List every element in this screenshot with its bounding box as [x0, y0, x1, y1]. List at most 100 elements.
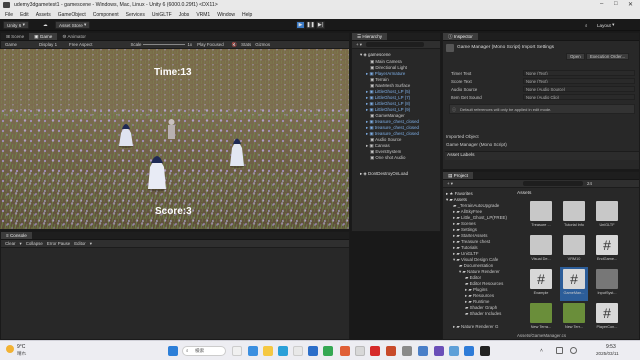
asset-item[interactable]: Tutorial Info: [560, 199, 588, 233]
clear-dropdown-icon[interactable]: ▾: [20, 241, 22, 247]
close-icon[interactable]: ✕: [628, 1, 633, 8]
tab-animator[interactable]: ⚙ Animator: [57, 33, 91, 40]
menu-help[interactable]: Help: [242, 12, 252, 18]
display-select[interactable]: Display 1: [39, 42, 57, 47]
weather-temp[interactable]: 9°C: [17, 344, 25, 350]
asset-item[interactable]: # Example: [527, 267, 555, 301]
menu-window[interactable]: Window: [217, 12, 235, 18]
project-search-input[interactable]: [523, 181, 583, 186]
clear-button[interactable]: Clear: [5, 241, 16, 246]
maximize-icon[interactable]: □: [614, 1, 618, 7]
item-get-sound-field[interactable]: None (Audio Clip): [523, 94, 635, 100]
office-icon[interactable]: [386, 346, 396, 356]
asset-label: PlayerCon...: [596, 325, 618, 329]
editor-dropdown-icon[interactable]: ▾: [90, 241, 92, 247]
gizmos-toggle[interactable]: Gizmos: [255, 42, 270, 47]
asset-item[interactable]: Visual De...: [527, 233, 555, 267]
asset-item[interactable]: InputSyst...: [593, 267, 621, 301]
breadcrumb[interactable]: Assets: [517, 191, 531, 196]
step-button[interactable]: ▶|: [316, 21, 325, 29]
asset-item[interactable]: New Terr...: [560, 301, 588, 335]
menu-unigltf[interactable]: UniGLTF: [152, 12, 172, 18]
asset-item[interactable]: New Terra...: [527, 301, 555, 335]
play-focused-select[interactable]: Play Focused: [197, 42, 224, 47]
terminal-icon[interactable]: [355, 346, 365, 356]
clock-time[interactable]: 9:53: [606, 344, 616, 350]
list-item[interactable]: ▣ One shot Audio: [370, 155, 405, 161]
asset-item[interactable]: UniGLTF: [593, 199, 621, 233]
store-icon[interactable]: [278, 346, 288, 356]
search-icon[interactable]: ⌕: [582, 21, 591, 29]
asset-labels-bar[interactable]: Asset Labels: [445, 151, 639, 160]
stats-toggle[interactable]: Stats: [241, 42, 251, 47]
photos-icon[interactable]: [418, 346, 428, 356]
menu-vrm1[interactable]: VRM1: [196, 12, 210, 18]
create-button[interactable]: + ▾: [447, 181, 453, 187]
tray-chevron-icon[interactable]: ˄: [540, 348, 543, 354]
timer-text-field[interactable]: None (Text): [523, 70, 635, 76]
menu-gameobject[interactable]: GameObject: [58, 12, 86, 18]
error-pause-button[interactable]: Error Pause: [47, 241, 70, 246]
asset-item-selected[interactable]: # GameMan...: [560, 267, 588, 301]
add-object-button[interactable]: + ▾: [356, 42, 362, 48]
play-button[interactable]: ▶: [296, 21, 305, 29]
asset-item[interactable]: Treasure ...: [527, 199, 555, 233]
menu-services[interactable]: Services: [126, 12, 145, 18]
layout-menu[interactable]: Layout ▾: [594, 21, 617, 29]
audio-source-field[interactable]: None (Audio Source): [523, 86, 635, 92]
execution-order-button[interactable]: Execution Order...: [586, 53, 630, 60]
clock-date[interactable]: 2025/03/11: [596, 351, 619, 356]
pdf-icon[interactable]: [370, 346, 380, 356]
open-button[interactable]: Open: [566, 53, 585, 60]
editor-select[interactable]: Editor: [74, 241, 85, 246]
aspect-select[interactable]: Free Aspect: [69, 42, 92, 47]
pause-button[interactable]: ❚❚: [306, 21, 315, 29]
scale-slider[interactable]: [143, 44, 186, 45]
mail-icon[interactable]: [248, 346, 258, 356]
volume-icon[interactable]: [570, 347, 577, 354]
menu-file[interactable]: File: [5, 12, 13, 18]
start-icon[interactable]: [168, 346, 178, 356]
collapse-button[interactable]: Collapse: [26, 241, 43, 246]
account-button[interactable]: Unity 6 ▾: [3, 21, 29, 29]
cloud-icon[interactable]: ☁: [40, 21, 51, 29]
menu-component[interactable]: Component: [93, 12, 119, 18]
tab-console[interactable]: ≡ Console: [1, 232, 32, 239]
notes-icon[interactable]: [402, 346, 412, 356]
hierarchy-search-input[interactable]: [366, 42, 424, 47]
taskbar-search[interactable]: ⌕ 検索: [182, 346, 226, 356]
wifi-icon[interactable]: [556, 347, 563, 354]
asset-item[interactable]: VRM10: [560, 233, 588, 267]
tree-item[interactable]: ▰ Shader Includes: [465, 311, 501, 317]
menu-edit[interactable]: Edit: [20, 12, 29, 18]
asset-item[interactable]: # PlayerCon...: [593, 301, 621, 335]
udemy-icon[interactable]: [340, 346, 350, 356]
teams-icon[interactable]: [293, 346, 303, 356]
dontdestroyonload-root[interactable]: ▸ ◈ DontDestroyOnLoad: [360, 171, 408, 177]
file-explorer-icon[interactable]: [263, 346, 273, 356]
tab-hierarchy[interactable]: ☰ Hierarchy: [352, 33, 388, 40]
menu-assets[interactable]: Assets: [36, 12, 51, 18]
asset-item[interactable]: # EndGame...: [593, 233, 621, 267]
tree-item[interactable]: ▸ ▰ Nature Renderer G: [453, 324, 498, 330]
edge-browser-icon[interactable]: [232, 346, 242, 356]
tab-game[interactable]: ▣ Game: [29, 33, 58, 40]
vscode-icon[interactable]: [464, 346, 474, 356]
score-text-field[interactable]: None (Text): [523, 78, 635, 84]
settings-icon[interactable]: [449, 346, 459, 356]
chrome-icon[interactable]: [323, 346, 333, 356]
scene-root[interactable]: ▾ ◈ gamescene: [360, 52, 391, 58]
unity-hub-icon[interactable]: [480, 346, 490, 356]
tab-scene[interactable]: ⊞ Scene: [1, 33, 29, 40]
media-icon[interactable]: [434, 346, 444, 356]
game-viewport[interactable]: Time:13 Score:3: [0, 49, 349, 229]
mute-icon[interactable]: 🔇: [232, 42, 237, 48]
tab-project[interactable]: ▤ Project: [443, 172, 473, 179]
menu-jobs[interactable]: Jobs: [179, 12, 190, 18]
asset-store-button[interactable]: Asset Store ▾: [55, 21, 91, 29]
imported-object-title: Imported Object: [446, 134, 479, 139]
app-icon[interactable]: [308, 346, 318, 356]
tab-inspector[interactable]: ⓘ Inspector: [443, 33, 478, 40]
display-mode-select[interactable]: Game: [5, 42, 17, 47]
minimize-icon[interactable]: –: [600, 1, 603, 7]
